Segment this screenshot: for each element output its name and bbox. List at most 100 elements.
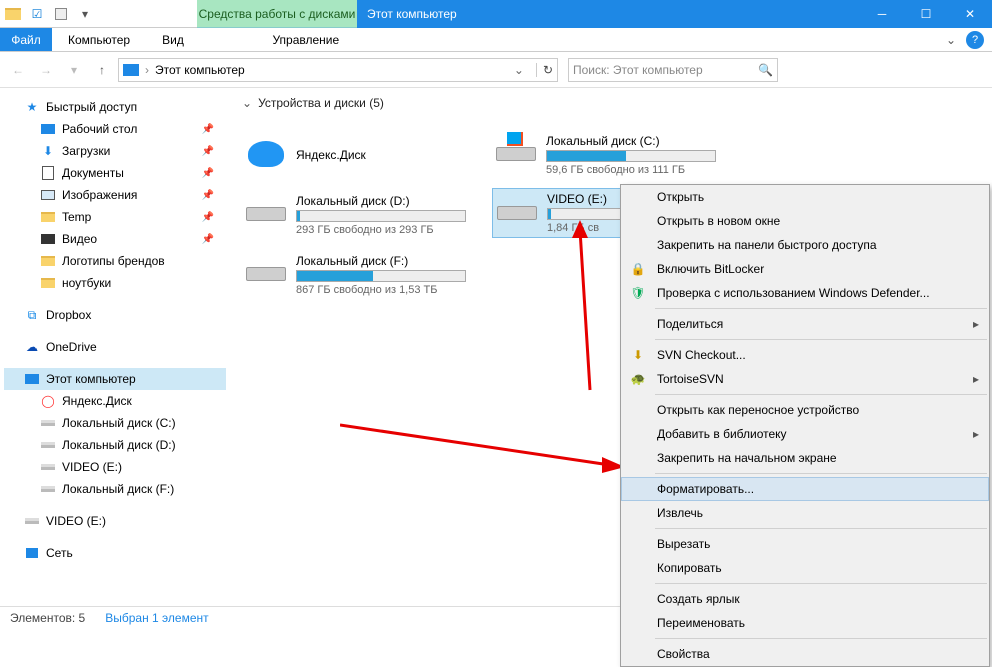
tree-label: Dropbox	[46, 308, 91, 322]
drive-label: Локальный диск (F:)	[296, 254, 480, 268]
tree-desktop[interactable]: Рабочий стол📌	[4, 118, 226, 140]
ctx-cut[interactable]: Вырезать	[621, 532, 989, 556]
ctx-share[interactable]: Поделиться▸	[621, 312, 989, 336]
tree-label: Рабочий стол	[62, 122, 137, 136]
drive-icon	[244, 192, 288, 236]
tree-label: Быстрый доступ	[46, 100, 137, 114]
qat-checkbox-icon[interactable]: ☑	[28, 5, 46, 23]
drive-icon	[40, 416, 56, 430]
ctx-svn-checkout[interactable]: ⬇SVN Checkout...	[621, 343, 989, 367]
separator	[655, 473, 987, 474]
pin-icon: 📌	[202, 212, 214, 223]
address-bar[interactable]: › Этот компьютер ⌄ ↻	[118, 58, 558, 82]
computer-tab[interactable]: Компьютер	[52, 28, 146, 51]
group-title: Устройства и диски (5)	[258, 96, 384, 110]
drive-icon	[24, 514, 40, 528]
network-icon	[24, 546, 40, 560]
ctx-pin-quick-access[interactable]: Закрепить на панели быстрого доступа	[621, 233, 989, 257]
tree-network[interactable]: Сеть	[4, 542, 226, 564]
breadcrumb[interactable]: Этот компьютер	[155, 63, 245, 77]
view-tab[interactable]: Вид	[146, 28, 200, 51]
tree-notebooks[interactable]: ноутбуки	[4, 272, 226, 294]
tree-label: Temp	[62, 210, 91, 224]
yandex-icon: ◯	[40, 394, 56, 408]
drive-label: Локальный диск (C:)	[546, 134, 730, 148]
search-input[interactable]: Поиск: Этот компьютер 🔍	[568, 58, 778, 82]
drive-icon	[40, 460, 56, 474]
ctx-format[interactable]: Форматировать...	[621, 477, 989, 501]
drive-f[interactable]: Локальный диск (F:) 867 ГБ свободно из 1…	[242, 250, 482, 300]
file-menu[interactable]: Файл	[0, 28, 52, 51]
close-button[interactable]: ✕	[948, 0, 992, 28]
capacity-bar	[296, 270, 466, 282]
tree-onedrive[interactable]: ☁OneDrive	[4, 336, 226, 358]
folder-icon	[40, 210, 56, 224]
tree-dropbox[interactable]: ⧉Dropbox	[4, 304, 226, 326]
qat-properties-icon[interactable]	[52, 5, 70, 23]
ctx-rename[interactable]: Переименовать	[621, 611, 989, 635]
ribbon-expand-icon[interactable]: ⌄	[942, 33, 960, 47]
tree-yandex-disk[interactable]: ◯ Яндекс.Диск	[4, 390, 226, 412]
ctx-open-new-window[interactable]: Открыть в новом окне	[621, 209, 989, 233]
status-count: Элементов: 5	[10, 611, 85, 625]
download-icon: ⬇	[40, 144, 56, 158]
drive-status: 59,6 ГБ свободно из 111 ГБ	[546, 164, 730, 176]
ctx-create-shortcut[interactable]: Создать ярлык	[621, 587, 989, 611]
ctx-add-library[interactable]: Добавить в библиотеку▸	[621, 422, 989, 446]
tree-this-pc[interactable]: Этот компьютер	[4, 368, 226, 390]
tree-label: Локальный диск (F:)	[62, 482, 174, 496]
drive-c[interactable]: Локальный диск (C:) 59,6 ГБ свободно из …	[492, 130, 732, 180]
back-button[interactable]: ←	[6, 58, 30, 82]
pc-icon	[24, 372, 40, 386]
tree-temp[interactable]: Temp 📌	[4, 206, 226, 228]
ctx-defender[interactable]: 🛡Проверка с использованием Windows Defen…	[621, 281, 989, 305]
tree-label: Яндекс.Диск	[62, 394, 132, 408]
tree-local-d[interactable]: Локальный диск (D:)	[4, 434, 226, 456]
address-dropdown-icon[interactable]: ⌄	[508, 63, 530, 77]
drive-icon	[495, 191, 539, 235]
tree-video-e[interactable]: VIDEO (E:)	[4, 456, 226, 478]
tree-pictures[interactable]: Изображения📌	[4, 184, 226, 206]
folder-icon	[40, 254, 56, 268]
quick-access-toolbar: ☑ ▾	[0, 0, 197, 28]
cloud-drive-icon	[244, 132, 288, 176]
drive-yandex[interactable]: Яндекс.Диск	[242, 130, 482, 180]
tree-label: Локальный диск (D:)	[62, 438, 176, 452]
separator	[655, 339, 987, 340]
tree-label: Локальный диск (C:)	[62, 416, 176, 430]
ctx-tortoisesvn[interactable]: 🐢TortoiseSVN▸	[621, 367, 989, 391]
ctx-properties[interactable]: Свойства	[621, 642, 989, 666]
qat-dropdown-icon[interactable]: ▾	[76, 5, 94, 23]
recent-dropdown-icon[interactable]: ▾	[62, 58, 86, 82]
ctx-open[interactable]: Открыть	[621, 185, 989, 209]
up-button[interactable]: ↑	[90, 58, 114, 82]
separator	[655, 308, 987, 309]
tree-quick-access[interactable]: ★Быстрый доступ	[4, 96, 226, 118]
ctx-bitlocker[interactable]: 🔒Включить BitLocker	[621, 257, 989, 281]
manage-tab[interactable]: Управление	[226, 28, 386, 51]
minimize-button[interactable]: ─	[860, 0, 904, 28]
tree-video[interactable]: Видео📌	[4, 228, 226, 250]
tree-local-c[interactable]: Локальный диск (C:)	[4, 412, 226, 434]
ctx-open-portable[interactable]: Открыть как переносное устройство	[621, 398, 989, 422]
tree-documents[interactable]: Документы📌	[4, 162, 226, 184]
group-header[interactable]: ⌄ Устройства и диски (5)	[242, 96, 980, 110]
drive-d[interactable]: Локальный диск (D:) 293 ГБ свободно из 2…	[242, 190, 482, 240]
tree-local-f[interactable]: Локальный диск (F:)	[4, 478, 226, 500]
submenu-arrow-icon: ▸	[973, 317, 979, 331]
tree-label: Загрузки	[62, 144, 110, 158]
tree-video-e-removable[interactable]: VIDEO (E:)	[4, 510, 226, 532]
pin-icon: 📌	[202, 190, 214, 201]
refresh-button[interactable]: ↻	[536, 63, 553, 77]
tree-label: OneDrive	[46, 340, 97, 354]
ctx-eject[interactable]: Извлечь	[621, 501, 989, 525]
forward-button[interactable]: →	[34, 58, 58, 82]
ctx-pin-start[interactable]: Закрепить на начальном экране	[621, 446, 989, 470]
tortoise-icon: 🐢	[629, 370, 647, 388]
help-icon[interactable]: ?	[966, 31, 984, 49]
maximize-button[interactable]: ☐	[904, 0, 948, 28]
ctx-copy[interactable]: Копировать	[621, 556, 989, 580]
tree-logos[interactable]: Логотипы брендов	[4, 250, 226, 272]
disk-tools-tab[interactable]: Средства работы с дисками	[197, 0, 357, 28]
tree-downloads[interactable]: ⬇Загрузки📌	[4, 140, 226, 162]
